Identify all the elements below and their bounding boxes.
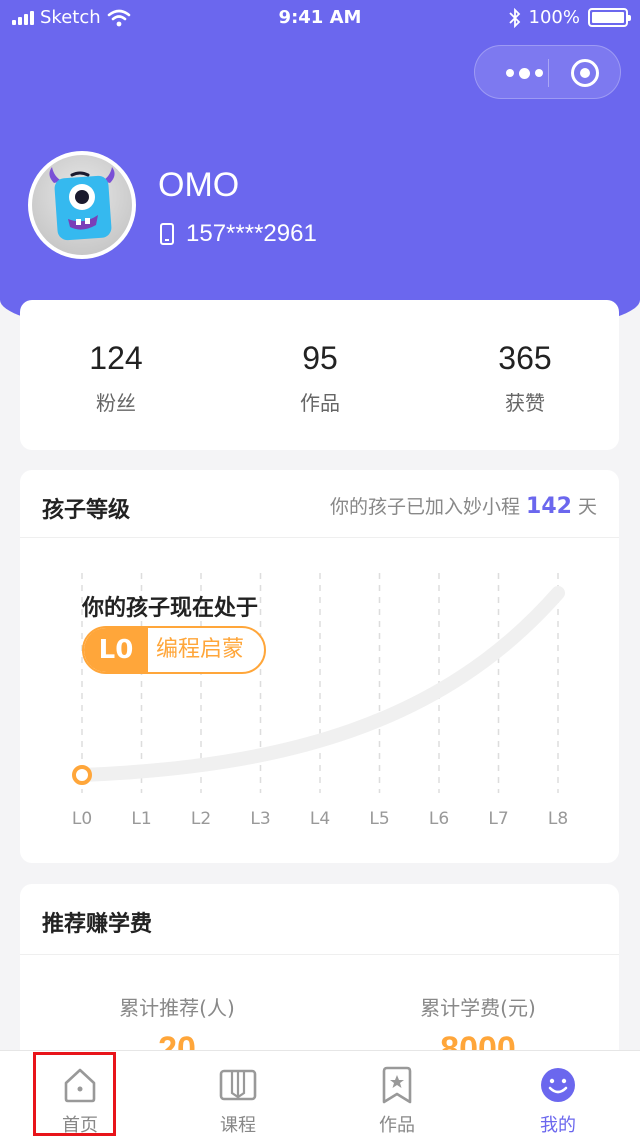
referral-fee-label: 累计学费(元) bbox=[420, 996, 536, 1020]
stat-label: 作品 bbox=[300, 391, 340, 415]
card-divider bbox=[20, 954, 619, 955]
stat-works[interactable]: 95 作品 bbox=[230, 340, 410, 416]
avatar[interactable] bbox=[28, 151, 136, 259]
level-axis-label: L4 bbox=[310, 809, 330, 829]
level-axis-label: L1 bbox=[131, 809, 151, 829]
stats-card: 124 粉丝 95 作品 365 获赞 bbox=[20, 300, 619, 450]
current-level-heading: 你的孩子现在处于 bbox=[82, 596, 259, 621]
nickname: OMO bbox=[158, 166, 240, 204]
joined-prefix: 你的孩子已加入妙小程 bbox=[330, 496, 521, 518]
current-level-marker bbox=[72, 765, 92, 785]
phone-icon bbox=[160, 223, 174, 245]
bluetooth-icon bbox=[508, 7, 520, 28]
phone-row: 157****2961 bbox=[160, 220, 317, 248]
tab-label: 作品 bbox=[379, 1115, 415, 1136]
tab-courses[interactable]: 课程 bbox=[158, 1051, 318, 1136]
mini-program-capsule bbox=[474, 45, 621, 99]
level-progress-chart: L0 L1 L2 L3 L4 L5 L6 L7 L8 bbox=[72, 573, 568, 829]
book-icon bbox=[219, 1069, 257, 1101]
battery-percent: 100% bbox=[528, 7, 580, 28]
stat-value: 365 bbox=[498, 340, 552, 376]
stat-likes[interactable]: 365 获赞 bbox=[435, 340, 615, 416]
joined-suffix: 天 bbox=[577, 496, 597, 518]
phone-number: 157****2961 bbox=[186, 220, 317, 247]
stat-label: 获赞 bbox=[505, 391, 545, 415]
level-axis-label: L7 bbox=[488, 809, 508, 829]
capsule-divider bbox=[548, 59, 549, 87]
more-icon[interactable] bbox=[499, 65, 549, 81]
tab-works[interactable]: 作品 bbox=[317, 1051, 477, 1136]
level-axis-label: L8 bbox=[548, 809, 568, 829]
tab-mine[interactable]: 我的 bbox=[478, 1051, 638, 1136]
current-level-code: L0 bbox=[84, 628, 148, 672]
level-card-title: 孩子等级 bbox=[42, 498, 131, 523]
stat-followers[interactable]: 124 粉丝 bbox=[26, 340, 206, 416]
referral-count-label: 累计推荐(人) bbox=[119, 996, 235, 1020]
level-axis-label: L0 bbox=[72, 809, 92, 829]
bookmark-icon bbox=[382, 1066, 412, 1104]
joined-days: 142 bbox=[526, 494, 572, 519]
close-target-icon[interactable] bbox=[571, 59, 599, 87]
child-level-card: 孩子等级 你的孩子已加入妙小程 142 天 L0 L1 L2 L3 L4 L5 L6 L7 L8… bbox=[20, 470, 619, 863]
stat-label: 粉丝 bbox=[96, 391, 136, 415]
status-bar: Sketch 9:41 AM 100% bbox=[0, 0, 640, 36]
monster-avatar-icon bbox=[49, 167, 115, 241]
level-axis-label: L5 bbox=[369, 809, 389, 829]
joined-days-info: 你的孩子已加入妙小程 142 天 bbox=[330, 492, 597, 519]
level-axis-label: L2 bbox=[191, 809, 211, 829]
level-axis-label: L3 bbox=[250, 809, 270, 829]
tab-label: 课程 bbox=[220, 1115, 256, 1136]
current-level-name: 编程启蒙 bbox=[156, 637, 245, 662]
stat-value: 95 bbox=[302, 340, 338, 376]
tab-home-highlight bbox=[33, 1052, 116, 1136]
tab-label: 我的 bbox=[540, 1115, 576, 1136]
referral-card-title: 推荐赚学费 bbox=[42, 912, 153, 937]
current-level-badge: L0 编程启蒙 bbox=[82, 626, 266, 674]
battery-icon bbox=[588, 8, 631, 27]
smile-icon bbox=[541, 1068, 575, 1102]
level-axis-label: L6 bbox=[429, 809, 449, 829]
stat-value: 124 bbox=[89, 340, 143, 376]
